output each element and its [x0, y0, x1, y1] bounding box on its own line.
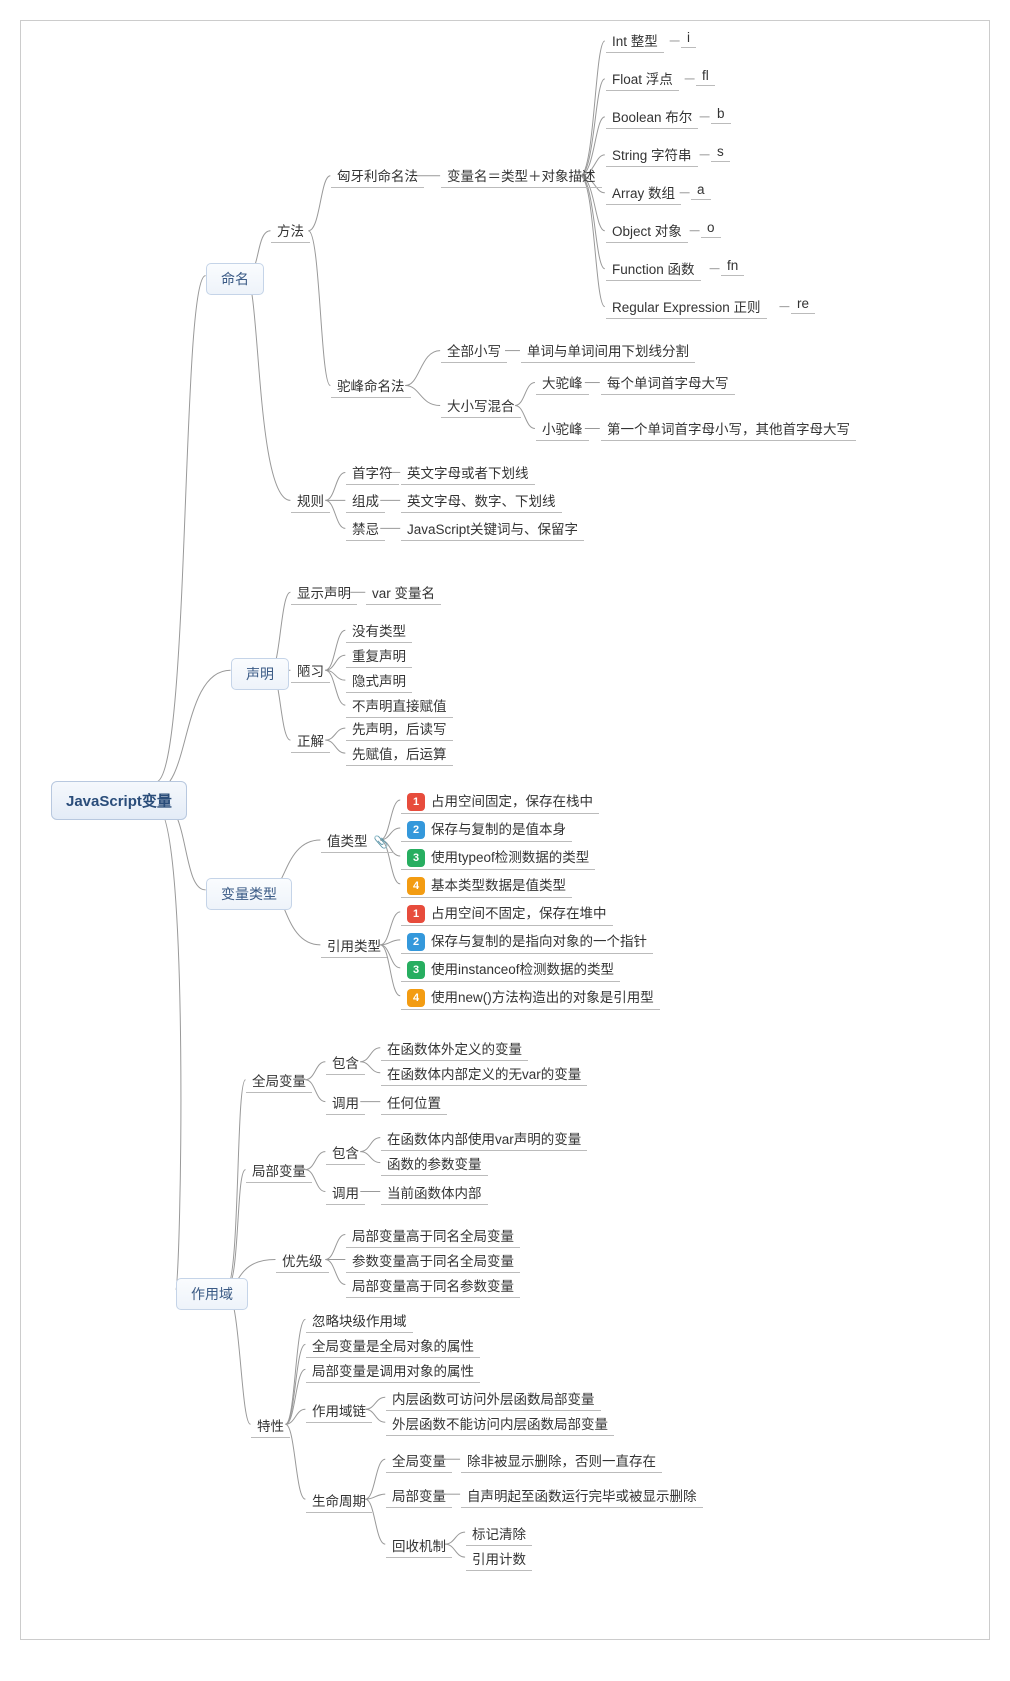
scope-feat-2: 全局变量是全局对象的属性 — [306, 1333, 480, 1358]
scope-life-local: 局部变量 — [386, 1483, 452, 1508]
camel-big: 大驼峰 — [536, 370, 589, 395]
decl-good: 正解 — [291, 728, 330, 753]
scope-global: 全局变量 — [246, 1068, 312, 1093]
hun-string-suffix: s — [711, 142, 730, 162]
naming-method: 方法 — [271, 218, 310, 243]
scope-global-call-1: 任何位置 — [381, 1090, 447, 1115]
scope-chain: 作用域链 — [306, 1398, 372, 1423]
decl-explicit: 显示声明 — [291, 580, 357, 605]
hun-string: String 字符串 — [606, 142, 698, 167]
rule-forbidden: 禁忌 — [346, 516, 385, 541]
decl-bad-4: 不声明直接赋值 — [346, 693, 453, 718]
type-value: 值类型 📎 — [321, 828, 394, 853]
decl-bad-3: 隐式声明 — [346, 668, 412, 693]
hun-bool-suffix: b — [711, 104, 731, 124]
scope-feature: 特性 — [251, 1413, 290, 1438]
camel-small: 小驼峰 — [536, 416, 589, 441]
scope-priority: 优先级 — [276, 1248, 329, 1273]
naming-rule: 规则 — [291, 488, 330, 513]
camelcase: 驼峰命名法 — [331, 373, 411, 398]
scope-local-inc-2: 函数的参数变量 — [381, 1151, 488, 1176]
decl-bad-2: 重复声明 — [346, 643, 412, 668]
branch-type: 变量类型 — [206, 878, 292, 910]
scope-prio-1: 局部变量高于同名全局变量 — [346, 1223, 520, 1248]
type-val-4: 4基本类型数据是值类型 — [401, 872, 572, 898]
hungarian: 匈牙利命名法 — [331, 163, 424, 188]
hun-float: Float 浮点 — [606, 66, 679, 91]
camel-mixed: 大小写混合 — [441, 393, 521, 418]
camel-all-lower-desc: 单词与单词间用下划线分割 — [521, 338, 695, 363]
hun-function-suffix: fn — [721, 256, 744, 276]
scope-local: 局部变量 — [246, 1158, 312, 1183]
scope-local-call-1: 当前函数体内部 — [381, 1180, 488, 1205]
hun-function: Function 函数 — [606, 256, 701, 281]
scope-local-call: 调用 — [326, 1180, 365, 1205]
attachment-icon: 📎 — [374, 835, 389, 849]
scope-gc-2: 引用计数 — [466, 1546, 532, 1571]
scope-gc: 回收机制 — [386, 1533, 452, 1558]
decl-good-2: 先赋值，后运算 — [346, 741, 453, 766]
rule-forbidden-desc: JavaScript关键词与、保留字 — [401, 516, 584, 541]
scope-chain-1: 内层函数可访问外层函数局部变量 — [386, 1386, 601, 1411]
hun-object-suffix: o — [701, 218, 721, 238]
branch-scope: 作用域 — [176, 1278, 248, 1310]
type-val-2: 2保存与复制的是值本身 — [401, 816, 572, 842]
rule-first: 首字符 — [346, 460, 399, 485]
camel-small-desc: 第一个单词首字母小写，其他首字母大写 — [601, 416, 856, 441]
decl-bad: 陋习 — [291, 658, 330, 683]
rule-composition: 组成 — [346, 488, 385, 513]
hun-object: Object 对象 — [606, 218, 688, 243]
hun-array: Array 数组 — [606, 180, 681, 205]
type-val-3: 3使用typeof检测数据的类型 — [401, 844, 595, 870]
scope-prio-3: 局部变量高于同名参数变量 — [346, 1273, 520, 1298]
hun-regex-suffix: re — [791, 294, 815, 314]
hun-int-suffix: i — [681, 28, 696, 48]
type-val-1: 1占用空间固定，保存在栈中 — [401, 788, 599, 814]
hun-int: Int 整型 — [606, 28, 664, 53]
scope-global-inc-1: 在函数体外定义的变量 — [381, 1036, 528, 1061]
decl-bad-1: 没有类型 — [346, 618, 412, 643]
hungarian-desc: 变量名＝类型＋对象描述 — [441, 163, 602, 188]
type-value-label: 值类型 — [327, 834, 368, 849]
scope-life-global: 全局变量 — [386, 1448, 452, 1473]
scope-feat-3: 局部变量是调用对象的属性 — [306, 1358, 480, 1383]
hun-regex: Regular Expression 正则 — [606, 294, 767, 319]
scope-prio-2: 参数变量高于同名全局变量 — [346, 1248, 520, 1273]
rule-composition-desc: 英文字母、数字、下划线 — [401, 488, 562, 513]
type-ref-4: 4使用new()方法构造出的对象是引用型 — [401, 984, 660, 1010]
decl-good-1: 先声明，后读写 — [346, 716, 453, 741]
scope-global-call: 调用 — [326, 1090, 365, 1115]
scope-global-inc-2: 在函数体内部定义的无var的变量 — [381, 1061, 587, 1086]
scope-gc-1: 标记清除 — [466, 1521, 532, 1546]
scope-chain-2: 外层函数不能访问内层函数局部变量 — [386, 1411, 614, 1436]
branch-declaration: 声明 — [231, 658, 289, 690]
branch-naming: 命名 — [206, 263, 264, 295]
hun-bool: Boolean 布尔 — [606, 104, 698, 129]
camel-all-lower: 全部小写 — [441, 338, 507, 363]
scope-life-local-desc: 自声明起至函数运行完毕或被显示删除 — [461, 1483, 703, 1508]
type-reference: 引用类型 — [321, 933, 387, 958]
root-node: JavaScript变量 — [51, 781, 187, 820]
mindmap-container: JavaScript变量 命名 声明 变量类型 作用域 方法 规则 匈牙利命名法… — [20, 20, 990, 1640]
type-ref-2: 2保存与复制的是指向对象的一个指针 — [401, 928, 653, 954]
camel-big-desc: 每个单词首字母大写 — [601, 370, 735, 395]
scope-life-global-desc: 除非被显示删除，否则一直存在 — [461, 1448, 662, 1473]
decl-explicit-desc: var 变量名 — [366, 580, 441, 605]
scope-lifecycle: 生命周期 — [306, 1488, 372, 1513]
scope-global-include: 包含 — [326, 1050, 365, 1075]
rule-first-desc: 英文字母或者下划线 — [401, 460, 535, 485]
hun-array-suffix: a — [691, 180, 711, 200]
type-ref-3: 3使用instanceof检测数据的类型 — [401, 956, 620, 982]
hun-float-suffix: fl — [696, 66, 715, 86]
scope-feat-1: 忽略块级作用域 — [306, 1308, 413, 1333]
type-ref-1: 1占用空间不固定，保存在堆中 — [401, 900, 613, 926]
scope-local-include: 包含 — [326, 1140, 365, 1165]
scope-local-inc-1: 在函数体内部使用var声明的变量 — [381, 1126, 587, 1151]
